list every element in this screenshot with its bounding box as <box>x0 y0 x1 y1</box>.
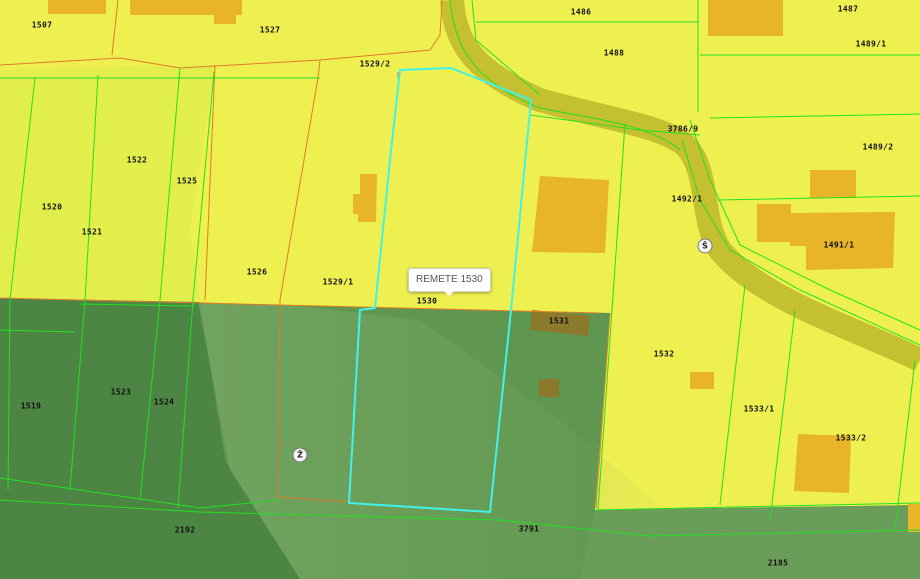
parcel-label[interactable]: 1488 <box>604 49 624 58</box>
building <box>908 504 920 532</box>
parcel-label[interactable]: 1529/2 <box>360 60 391 69</box>
zone-marker-z[interactable]: Ž <box>292 447 308 463</box>
parcel-label[interactable]: 1523 <box>111 388 131 397</box>
parcel-label[interactable]: 1521 <box>82 228 102 237</box>
parcel-label[interactable]: 1524 <box>154 398 174 407</box>
parcel-label[interactable]: 1487 <box>838 5 858 14</box>
parcel-label[interactable]: 1526 <box>247 268 267 277</box>
parcel-label[interactable]: 1489/1 <box>856 40 887 49</box>
parcel-label[interactable]: 1525 <box>177 177 197 186</box>
parcel-label[interactable]: 2192 <box>175 526 195 535</box>
parcel-label[interactable]: 1531 <box>549 317 569 326</box>
parcel-label[interactable]: 3791 <box>519 525 539 534</box>
building <box>532 176 609 253</box>
building <box>130 0 242 15</box>
parcel-label[interactable]: 1519 <box>21 402 41 411</box>
building <box>214 14 236 24</box>
parcel-label[interactable]: 1492/1 <box>672 195 703 204</box>
parcel-label[interactable]: 1533/2 <box>836 434 867 443</box>
parcel-popup-label: REMETE 1530 <box>416 274 483 285</box>
parcel-label[interactable]: 1489/2 <box>863 143 894 152</box>
parcel-label[interactable]: 1486 <box>571 8 591 17</box>
building <box>48 0 106 14</box>
parcel-label[interactable]: 1529/1 <box>323 278 354 287</box>
building <box>539 379 559 397</box>
building <box>708 0 783 36</box>
parcel-label[interactable]: 1520 <box>42 203 62 212</box>
parcel-label[interactable]: 1491/1 <box>824 241 855 250</box>
map-view[interactable]: 1507 1527 1486 1487 1488 1489/1 1529/2 3… <box>0 0 920 579</box>
building <box>794 434 851 493</box>
zone-marker-s[interactable]: Š <box>697 238 713 254</box>
building <box>757 204 791 242</box>
building <box>810 170 856 198</box>
parcel-label[interactable]: 1522 <box>127 156 147 165</box>
parcel-label[interactable]: 1507 <box>32 21 52 30</box>
building <box>690 372 714 389</box>
parcel-popup[interactable]: REMETE 1530 <box>408 268 491 296</box>
parcel-label[interactable]: 1533/1 <box>744 405 775 414</box>
green-strip <box>580 505 920 579</box>
parcel-label[interactable]: 2185 <box>768 559 788 568</box>
parcel-label[interactable]: 3786/9 <box>668 125 699 134</box>
parcel-label[interactable]: 1532 <box>654 350 674 359</box>
parcel-label[interactable]: 1527 <box>260 26 280 35</box>
parcel-label[interactable]: 1530 <box>417 297 437 306</box>
